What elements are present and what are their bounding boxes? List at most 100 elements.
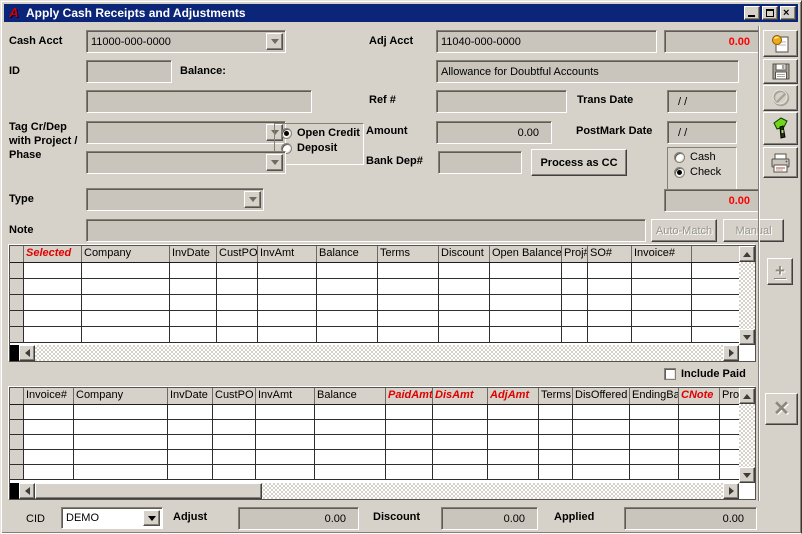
grid-row[interactable]	[10, 435, 739, 450]
grid-cell[interactable]	[258, 295, 317, 310]
grid-cell[interactable]	[588, 279, 632, 294]
grid-cell[interactable]	[74, 405, 168, 419]
grid-cell[interactable]	[256, 405, 315, 419]
grid-cell[interactable]	[24, 327, 82, 342]
horizontal-scrollbar[interactable]	[10, 483, 739, 499]
grid-cell[interactable]	[539, 465, 573, 479]
grid-cell[interactable]	[632, 263, 692, 278]
scroll-right-button[interactable]	[723, 483, 739, 499]
grid-cell[interactable]	[630, 405, 679, 419]
grid-cell[interactable]	[488, 435, 539, 449]
grid-cell[interactable]	[630, 420, 679, 434]
chevron-down-icon[interactable]	[266, 33, 283, 50]
grid-cell[interactable]	[630, 450, 679, 464]
scroll-track[interactable]	[35, 483, 723, 499]
save-button[interactable]	[763, 59, 798, 84]
grid-cell[interactable]	[439, 311, 490, 326]
grid-cell[interactable]	[720, 405, 739, 419]
grid-cell[interactable]	[488, 405, 539, 419]
grid-cell[interactable]	[24, 311, 82, 326]
grid-cell[interactable]	[213, 465, 256, 479]
grid-cell[interactable]	[170, 311, 217, 326]
grid-cell[interactable]	[679, 450, 720, 464]
grid-cell[interactable]	[24, 279, 82, 294]
scroll-up-button[interactable]	[739, 388, 755, 404]
grid-cell[interactable]	[386, 465, 433, 479]
cash-radio[interactable]: Cash	[674, 151, 736, 163]
grid-cell[interactable]	[315, 420, 386, 434]
grid-cell[interactable]	[258, 311, 317, 326]
deposit-radio[interactable]: Deposit	[281, 142, 363, 154]
grid-cell[interactable]	[679, 465, 720, 479]
grid-cell[interactable]	[433, 405, 488, 419]
grid-cell[interactable]	[539, 405, 573, 419]
include-paid-checkbox[interactable]: Include Paid	[664, 368, 746, 380]
cid-combo[interactable]: DEMO	[61, 507, 163, 529]
grid-cell[interactable]	[317, 311, 378, 326]
grid-cell[interactable]	[217, 279, 258, 294]
grid-cell[interactable]	[573, 435, 630, 449]
check-radio[interactable]: Check	[674, 166, 736, 178]
grid-cell[interactable]	[256, 435, 315, 449]
grid-cell[interactable]	[433, 450, 488, 464]
grid-cell[interactable]	[720, 465, 739, 479]
scroll-down-button[interactable]	[739, 329, 755, 345]
amount-field[interactable]: 0.00	[436, 121, 552, 144]
grid-cell[interactable]	[317, 327, 378, 342]
new-receipt-button[interactable]	[763, 30, 798, 57]
chevron-down-icon[interactable]	[266, 154, 283, 171]
grid-cell[interactable]	[170, 279, 217, 294]
grid-cell[interactable]	[217, 327, 258, 342]
grid-cell[interactable]	[386, 405, 433, 419]
grid-cell[interactable]	[573, 405, 630, 419]
vertical-scrollbar[interactable]	[739, 388, 755, 483]
scroll-left-button[interactable]	[19, 345, 35, 361]
grid-cell[interactable]	[315, 405, 386, 419]
row-selector-cell[interactable]	[10, 295, 24, 310]
grid-cell[interactable]	[630, 465, 679, 479]
grid-cell[interactable]	[74, 465, 168, 479]
grid-cell[interactable]	[82, 311, 170, 326]
trans-date-field[interactable]: / /	[667, 90, 737, 113]
grid-cell[interactable]	[317, 263, 378, 278]
grid-cell[interactable]	[386, 420, 433, 434]
void-button[interactable]	[763, 85, 798, 111]
note-field[interactable]	[86, 219, 646, 242]
scroll-track[interactable]	[739, 262, 755, 329]
phase-combo[interactable]	[86, 151, 286, 174]
grid-cell[interactable]	[213, 405, 256, 419]
grid-cell[interactable]	[720, 435, 739, 449]
grid-cell[interactable]	[679, 405, 720, 419]
grid-cell[interactable]	[74, 435, 168, 449]
type-combo[interactable]	[86, 188, 264, 211]
grid-cell[interactable]	[588, 263, 632, 278]
grid-cell[interactable]	[433, 465, 488, 479]
grid-cell[interactable]	[588, 311, 632, 326]
grid-cell[interactable]	[632, 327, 692, 342]
maximize-button[interactable]	[762, 6, 778, 20]
grid-row[interactable]	[10, 263, 739, 279]
grid-cell[interactable]	[720, 420, 739, 434]
grid-cell[interactable]	[213, 450, 256, 464]
grid-cell[interactable]	[439, 279, 490, 294]
cash-acct-combo[interactable]: 11000-000-0000	[86, 30, 286, 53]
horizontal-scrollbar[interactable]	[10, 345, 739, 361]
scroll-down-button[interactable]	[739, 467, 755, 483]
grid-cell[interactable]	[24, 420, 74, 434]
grid-cell[interactable]	[488, 420, 539, 434]
scroll-track[interactable]	[739, 404, 755, 467]
grid-cell[interactable]	[82, 295, 170, 310]
grid-cell[interactable]	[488, 450, 539, 464]
grid-cell[interactable]	[317, 295, 378, 310]
open-credit-radio[interactable]: Open Credit	[281, 127, 363, 139]
grid-cell[interactable]	[386, 435, 433, 449]
row-selector-cell[interactable]	[10, 311, 24, 326]
grid-cell[interactable]	[573, 450, 630, 464]
grid-row[interactable]	[10, 405, 739, 420]
grid-cell[interactable]	[562, 311, 588, 326]
grid-cell[interactable]	[256, 450, 315, 464]
grid-cell[interactable]	[168, 465, 213, 479]
grid-row[interactable]	[10, 450, 739, 465]
grid-cell[interactable]	[632, 295, 692, 310]
adj-acct-field[interactable]: 11040-000-0000	[436, 30, 657, 53]
